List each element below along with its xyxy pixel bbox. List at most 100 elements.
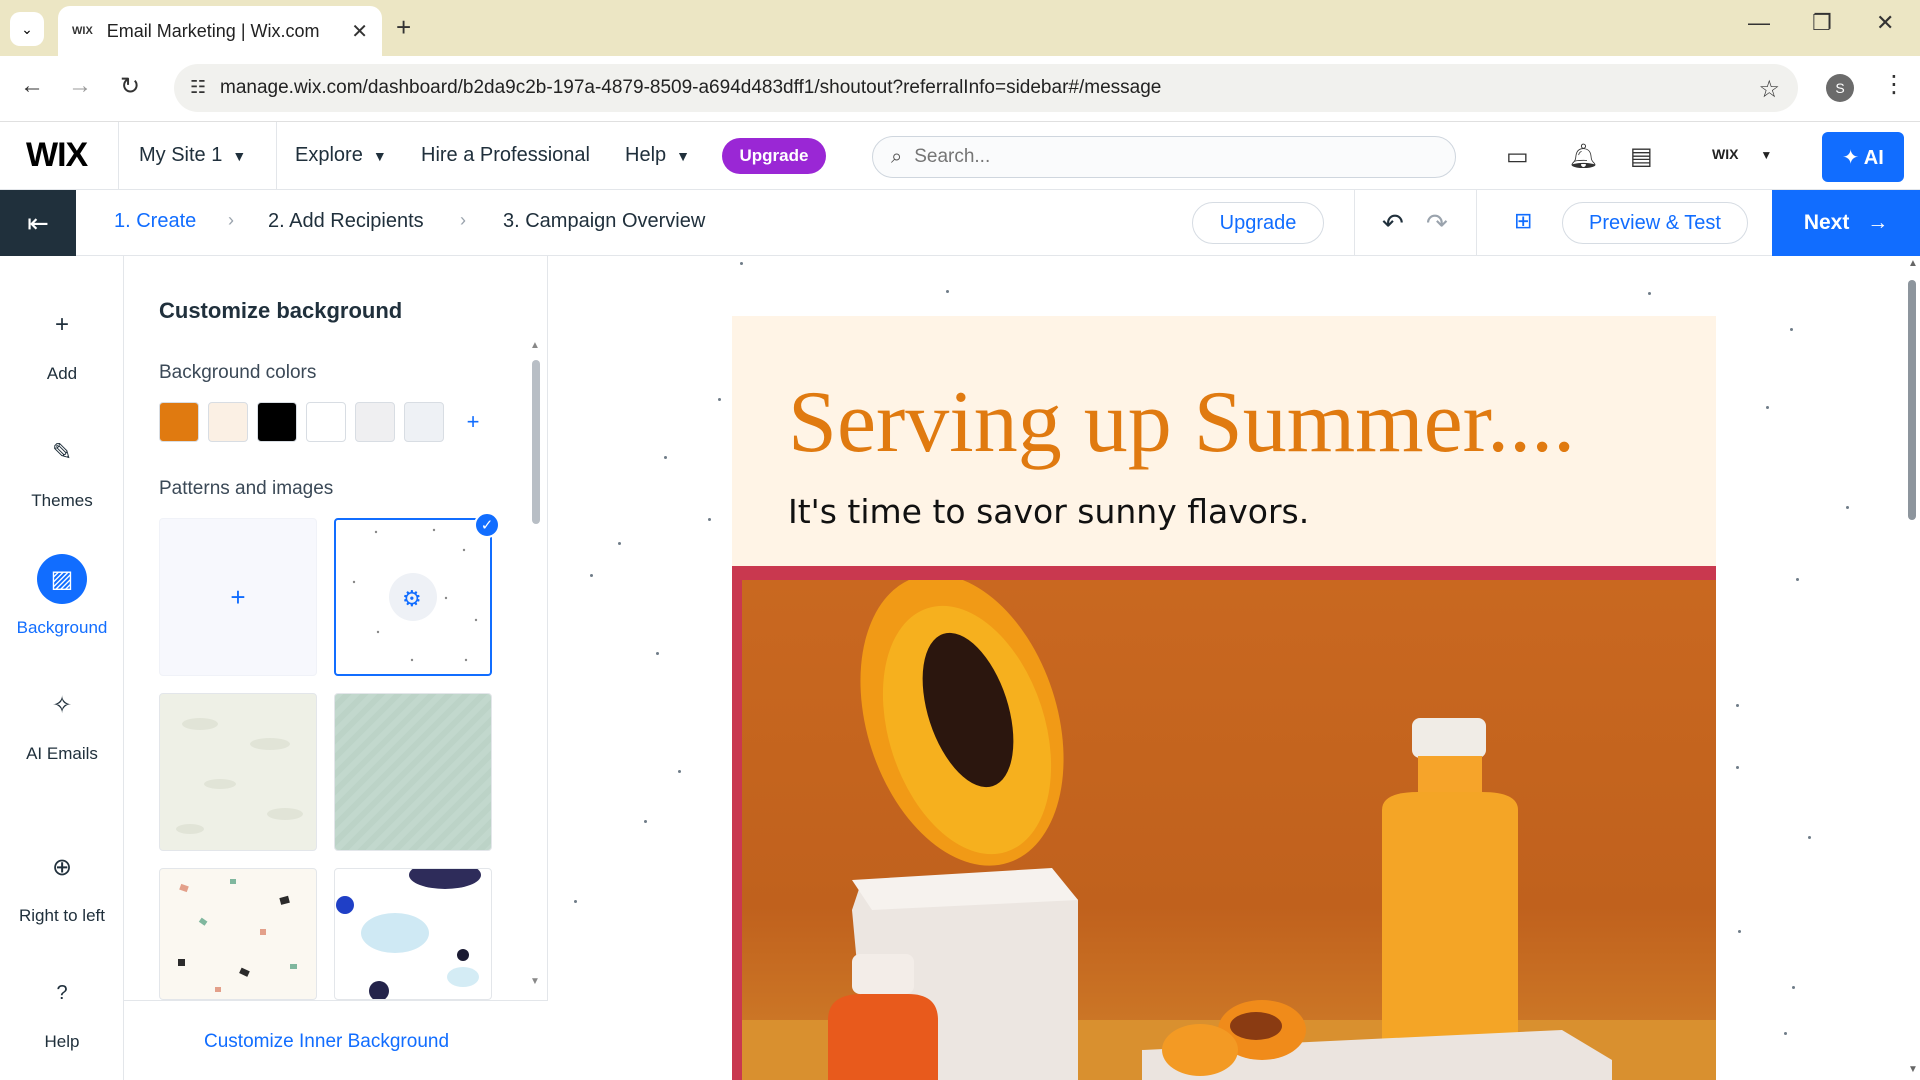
preview-test-button[interactable]: Preview & Test (1562, 202, 1748, 244)
help-menu[interactable]: Help ▼ (625, 144, 690, 167)
upload-background-tile[interactable]: + (159, 518, 317, 676)
color-swatch[interactable] (306, 402, 346, 442)
scrollbar-thumb[interactable] (1908, 280, 1916, 520)
hero-image[interactable] (742, 580, 1716, 1080)
bookmark-star-icon[interactable]: ☆ (1758, 75, 1780, 104)
background-colors-label: Background colors (159, 362, 317, 383)
close-tab-icon[interactable]: ✕ (351, 19, 368, 44)
customize-inner-background-link[interactable]: Customize Inner Background (204, 1031, 449, 1053)
email-headline[interactable]: Serving up Summer.... (788, 372, 1575, 473)
blobs-pattern-preview (336, 869, 481, 999)
inbox-icon[interactable]: ▤ (1630, 142, 1653, 171)
chevron-down-icon: ▼ (372, 147, 387, 164)
profile-avatar[interactable]: S (1826, 74, 1854, 102)
dots-pattern-preview: ⚙ (352, 528, 478, 662)
background-tile-clouds[interactable] (159, 693, 317, 851)
rail-item-help[interactable]: ? Help (0, 968, 124, 1068)
background-dot (1738, 930, 1741, 933)
url-text: manage.wix.com/dashboard/b2da9c2b-197a-4… (220, 77, 1162, 98)
patterns-images-label: Patterns and images (159, 478, 334, 499)
rail-item-right-to-left[interactable]: ⊕ Right to left (0, 842, 124, 942)
redo-icon[interactable]: ↷ (1426, 208, 1448, 239)
ai-assistant-button[interactable]: ✦ AI (1822, 132, 1904, 182)
step-campaign-overview[interactable]: 3. Campaign Overview (503, 210, 705, 233)
chat-icon[interactable]: ▭ (1506, 142, 1529, 171)
scroll-up-icon[interactable]: ▲ (530, 340, 540, 351)
browser-menu-icon[interactable]: ⋮ (1882, 70, 1906, 99)
exit-icon: ⇤ (27, 207, 49, 238)
color-swatch[interactable] (208, 402, 248, 442)
hire-label: Hire a Professional (421, 144, 590, 166)
site-name: My Site 1 (139, 144, 223, 166)
background-tile-green-stripes[interactable] (334, 693, 492, 851)
reload-icon[interactable]: ↻ (120, 72, 140, 101)
scroll-down-icon[interactable]: ▼ (1908, 1064, 1918, 1075)
step-create[interactable]: 1. Create (114, 210, 196, 233)
rail-item-themes[interactable]: ✎ Themes (0, 427, 124, 527)
chevron-down-icon: ▼ (232, 147, 247, 164)
background-dot (590, 574, 593, 577)
background-dot (644, 820, 647, 823)
wix-top-bar: WIX My Site 1 ▼ Explore ▼ Hire a Professio… (0, 122, 1920, 190)
clouds-pattern-preview (176, 718, 303, 834)
background-dot (664, 456, 667, 459)
canvas-scrollbar[interactable]: ▲ ▼ (1904, 256, 1920, 1080)
hero-image-frame[interactable] (732, 566, 1716, 1080)
color-swatch[interactable] (404, 402, 444, 442)
divider (1476, 190, 1477, 256)
background-tile-dots-selected[interactable]: ⚙ (334, 518, 492, 676)
background-dot (1808, 836, 1811, 839)
back-arrow-icon[interactable]: ← (20, 72, 44, 100)
notifications-bell-icon[interactable]: 🔔︎ (1568, 142, 1598, 171)
scrollbar-thumb[interactable] (532, 360, 540, 524)
color-swatch[interactable] (159, 402, 199, 442)
browser-tab-strip: ⌄ WIX Email Marketing | Wix.com ✕ + — ❐ … (0, 0, 1920, 56)
restore-icon[interactable]: ❐ (1812, 10, 1832, 36)
background-icon: ▨ (37, 554, 87, 604)
explore-menu[interactable]: Explore ▼ (295, 144, 387, 167)
rail-item-ai-emails[interactable]: ✧ AI Emails (0, 680, 124, 780)
upgrade-button[interactable]: Upgrade (722, 138, 826, 174)
divider (276, 122, 277, 190)
color-swatch[interactable] (257, 402, 297, 442)
new-tab-button[interactable]: + (396, 12, 411, 43)
wix-logo[interactable]: WIX (26, 136, 88, 175)
address-bar[interactable]: ☷ manage.wix.com/dashboard/b2da9c2b-197a… (174, 64, 1798, 112)
scroll-down-icon[interactable]: ▼ (530, 976, 540, 987)
background-dot (656, 652, 659, 655)
scroll-up-icon[interactable]: ▲ (1908, 258, 1918, 269)
site-selector[interactable]: My Site 1 ▼ (139, 144, 246, 167)
exit-editor-button[interactable]: ⇤ (0, 190, 76, 256)
explore-label: Explore (295, 144, 363, 166)
hire-professional-link[interactable]: Hire a Professional (421, 144, 590, 167)
plus-icon: + (466, 409, 480, 434)
minimize-icon[interactable]: — (1748, 10, 1770, 36)
background-dot (1846, 506, 1849, 509)
site-settings-icon[interactable]: ☷ (190, 77, 206, 98)
add-color-button[interactable]: + (453, 402, 493, 442)
close-window-icon[interactable]: ✕ (1876, 10, 1894, 36)
step-add-recipients[interactable]: 2. Add Recipients (268, 210, 424, 233)
rail-item-add[interactable]: + Add (0, 300, 124, 400)
search-input[interactable] (914, 146, 1415, 168)
panel-scrollbar[interactable]: ▲ ▼ (530, 340, 542, 987)
save-template-icon[interactable]: ⊞ (1514, 208, 1532, 234)
search-box[interactable]: ⌕ (872, 136, 1456, 178)
upgrade-outline-button[interactable]: Upgrade (1192, 202, 1324, 244)
ai-label: AI (1863, 146, 1884, 169)
browser-tab[interactable]: WIX Email Marketing | Wix.com ✕ (58, 6, 382, 56)
next-button[interactable]: Next → (1772, 190, 1920, 256)
background-tile-terrazzo[interactable] (159, 868, 317, 1000)
undo-icon[interactable]: ↶ (1382, 208, 1404, 239)
color-swatch[interactable] (355, 402, 395, 442)
email-subheading[interactable]: It's time to savor sunny flavors. (788, 492, 1309, 531)
account-menu[interactable]: WIX ▼ (1712, 146, 1772, 162)
background-tile-blobs[interactable] (334, 868, 492, 1000)
rail-item-background[interactable]: ▨ Background (0, 554, 124, 654)
email-canvas: Serving up Summer.... It's time to savor… (548, 256, 1920, 1080)
tab-search-button[interactable]: ⌄ (10, 12, 44, 46)
background-dot (1648, 292, 1651, 295)
background-dot (678, 770, 681, 773)
email-body[interactable]: Serving up Summer.... It's time to savor… (732, 316, 1716, 1080)
forward-arrow-icon[interactable]: → (68, 72, 92, 100)
